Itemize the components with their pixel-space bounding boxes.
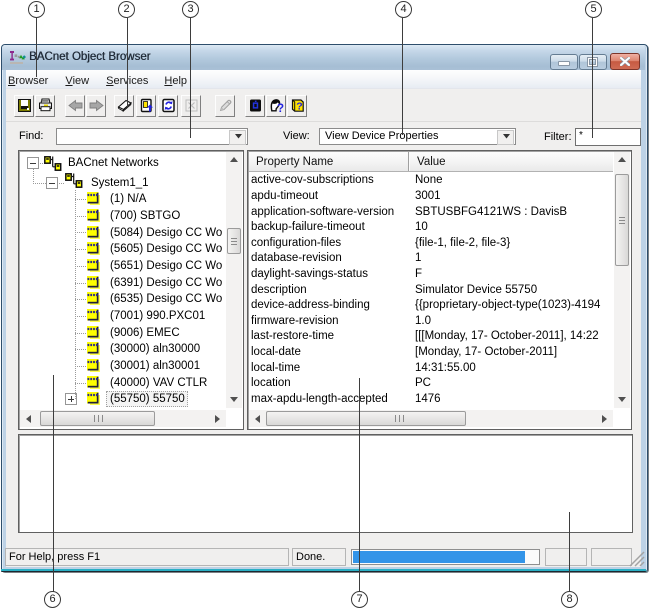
svg-text:?: ?: [296, 101, 302, 113]
svg-text:?: ?: [277, 103, 284, 113]
